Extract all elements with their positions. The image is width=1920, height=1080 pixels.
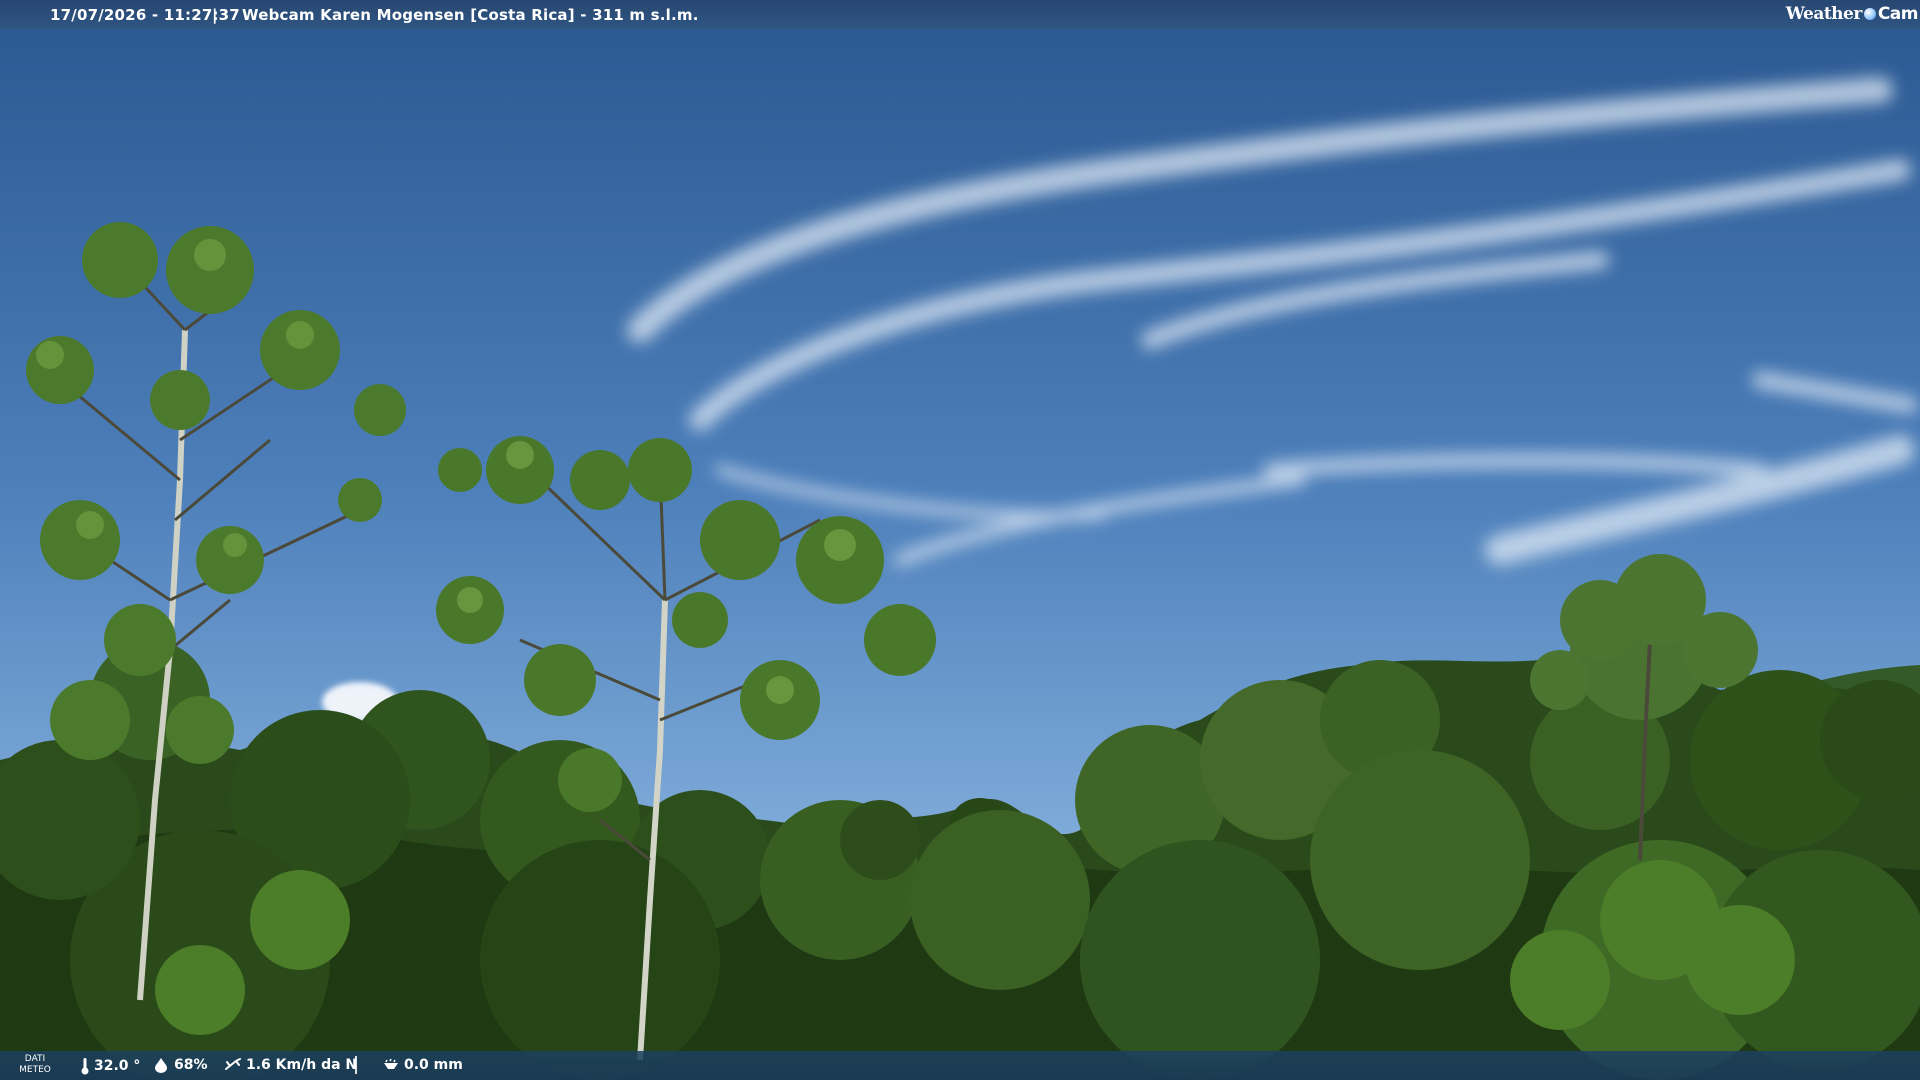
humidity-value: 68%: [174, 1057, 208, 1073]
wind-readout: 1.6 Km/h da N: [224, 1057, 357, 1073]
droplet-icon: [155, 1058, 167, 1073]
wind-separator: [355, 1056, 357, 1074]
rain-value: 0.0 mm: [404, 1057, 463, 1073]
logo-text-weather: Weather: [1785, 4, 1863, 24]
title-separator: |: [212, 6, 218, 24]
temperature-value: 32.0 °: [94, 1058, 141, 1074]
weather-data-bar: DATI METEO 32.0 ° 68% 1.6 Km/h da N 0.0 …: [0, 1051, 1920, 1080]
wind-icon: [225, 1058, 241, 1070]
top-overlay-bar: 17/07/2026 - 11:27:37 | Webcam Karen Mog…: [0, 0, 1920, 29]
rain-readout: 0.0 mm: [382, 1057, 463, 1073]
weather-data-label: DATI METEO: [19, 1054, 51, 1075]
thermometer-icon: [81, 1058, 89, 1075]
weathercam-logo: Weather Cam: [1785, 2, 1919, 26]
webcam-title: Webcam Karen Mogensen [Costa Rica] - 311…: [242, 6, 699, 24]
logo-text-cam: Cam: [1877, 4, 1919, 24]
webcam-image: [0, 0, 1920, 1080]
wind-value: 1.6 Km/h da N: [246, 1057, 358, 1073]
webcam-frame: 17/07/2026 - 11:27:37 | Webcam Karen Mog…: [0, 0, 1920, 1080]
globe-icon: [1863, 8, 1876, 20]
temperature-readout: 32.0 °: [80, 1057, 140, 1075]
humidity-readout: 68%: [152, 1057, 208, 1073]
rain-gauge-icon: [384, 1058, 398, 1069]
